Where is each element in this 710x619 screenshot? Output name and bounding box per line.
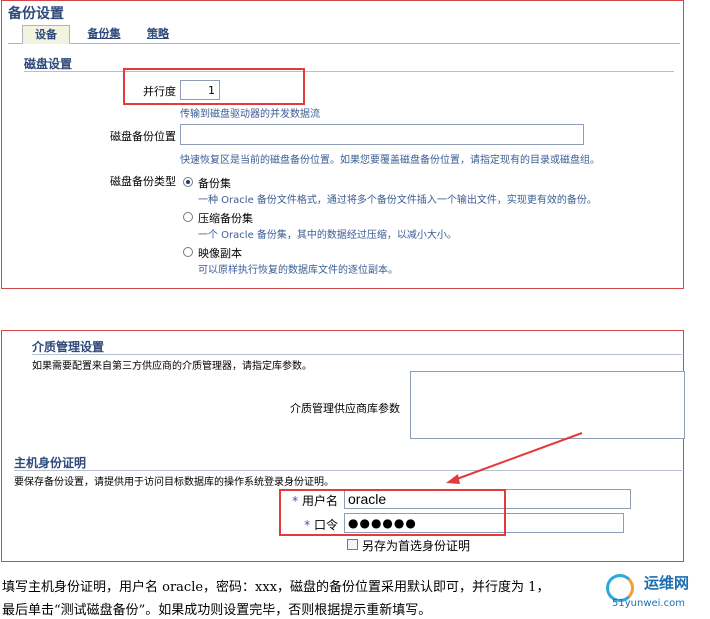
- watermark-logo: 运维网 51yunwei.com: [604, 568, 708, 616]
- annotation-arrow-line: [453, 432, 583, 481]
- annotation-arrow-head: [446, 474, 460, 484]
- annotation-arrow: [446, 432, 583, 484]
- watermark-title: 运维网: [644, 574, 690, 592]
- instruction-line-1: 填写主机身份证明，用户名 oracle，密码：xxx，磁盘的备份位置采用默认即可…: [2, 580, 550, 595]
- watermark-url: 51yunwei.com: [612, 598, 685, 609]
- instruction-line-2: 最后单击“测试磁盘备份”。如果成功则设置完毕，否则根据提示重新填写。: [2, 603, 432, 618]
